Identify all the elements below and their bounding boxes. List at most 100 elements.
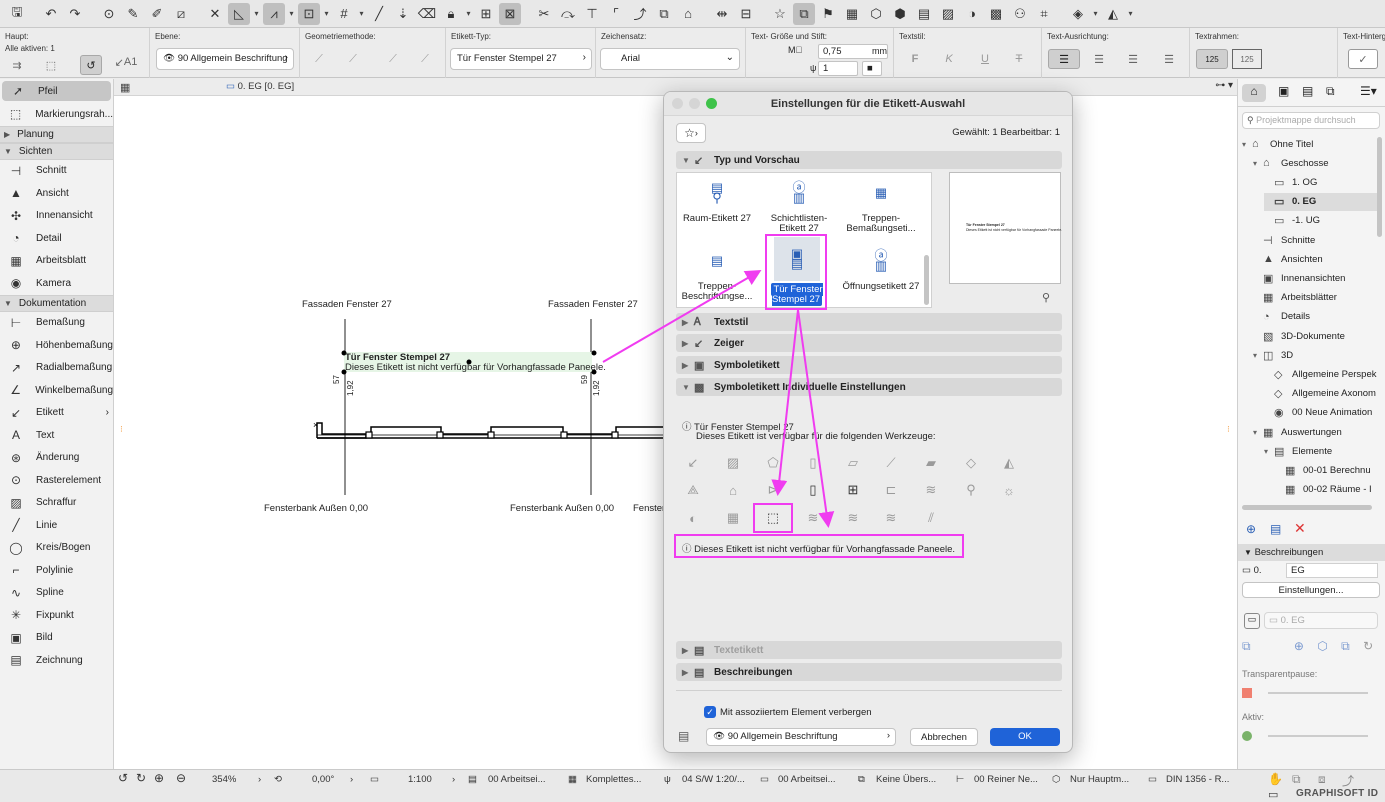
graphisoft-id[interactable]: GRAPHISOFT ID <box>1296 788 1378 799</box>
geometry-method-1-icon[interactable]: ⟋ <box>308 49 330 69</box>
tool-figure[interactable]: ▣ Bild <box>0 627 113 650</box>
chevron-right-icon[interactable]: › <box>350 774 353 785</box>
chevron-right-icon[interactable]: › <box>452 774 455 785</box>
geometry-method-3-icon[interactable]: ⟋ <box>382 49 404 69</box>
chevron-down-icon[interactable]: ▾ <box>287 9 296 18</box>
tool-drawing[interactable]: ▤ Zeichnung <box>0 649 113 672</box>
section-textstil[interactable]: ▶ Ꭺ Textstil <box>676 313 1062 331</box>
label-type-icon[interactable]: ↙ A1 <box>110 52 142 72</box>
bold-icon[interactable]: F <box>904 49 926 69</box>
align-justify-icon[interactable]: ☰ <box>1154 49 1184 69</box>
sill-label-1[interactable]: Fensterbank Außen 0,00 <box>264 503 368 514</box>
user-icon[interactable]: ▭ <box>1268 788 1278 801</box>
story-field[interactable]: ▭ 0. EG <box>1264 612 1378 629</box>
section-zeiger[interactable]: ▶ ↙ Zeiger <box>676 334 1062 352</box>
tool-interior-elevation[interactable]: ✣ Innenansicht <box>0 205 113 228</box>
dimension-standard[interactable]: 00 Reiner Ne... <box>974 774 1038 785</box>
beschreibungen-header[interactable]: ▼ Beschreibungen <box>1238 544 1385 561</box>
structure-display[interactable]: Nur Hauptm... <box>1070 774 1129 785</box>
eraser-icon[interactable]: ⌫ <box>416 3 438 25</box>
redo-icon[interactable]: ↷ <box>64 3 86 25</box>
tree-item[interactable]: ▦ Arbeitsblätter <box>1253 289 1382 307</box>
graphic-override[interactable]: 00 Arbeitsei... <box>778 774 836 785</box>
section-textetikett[interactable]: ▶ ▤ Textetikett <box>676 641 1062 659</box>
document-icon[interactable]: ▤ <box>913 3 935 25</box>
geometry-method-4-icon[interactable]: ⟋ <box>414 49 436 69</box>
zoom-back-icon[interactable]: ↺ <box>118 771 128 785</box>
stamp-text[interactable]: Dieses Etikett ist nicht verfügbar für V… <box>345 362 606 373</box>
adjust-icon[interactable]: ⤼ <box>557 3 579 25</box>
tree-item[interactable]: ▧ 3D-Dokumente <box>1253 327 1382 345</box>
align-center-icon[interactable]: ☰ <box>1084 49 1114 69</box>
view-options-icon[interactable]: ⊶ ▾ <box>1215 80 1233 91</box>
paper-standard[interactable]: DIN 1356 - R... <box>1166 774 1229 785</box>
label-type-dropdown[interactable]: Tür Fenster Stempel 27 › <box>450 48 592 70</box>
section-beschreibungen[interactable]: ▶ ▤ Beschreibungen <box>676 663 1062 681</box>
tree-item[interactable]: ▣ Innenansichten <box>1253 269 1382 287</box>
align-right-icon[interactable]: ☰ <box>1118 49 1148 69</box>
chevron-down-icon[interactable]: ▾ <box>1253 428 1263 437</box>
italic-icon[interactable]: K <box>938 49 960 69</box>
layout-icon[interactable]: ⧉ <box>793 2 815 25</box>
tool-radial-dimension[interactable]: ↗ Radialbemaßung <box>0 357 113 380</box>
offset-icon[interactable]: ⤴ <box>1342 772 1354 789</box>
thumbnail-schichtlisten[interactable]: ⓐ ▥ Schichtlisten-Etikett 27 <box>760 176 838 234</box>
navigator-search-input[interactable]: ⚲ Projektmappe durchsuch <box>1242 112 1380 129</box>
hide-with-element-checkbox[interactable]: ✓ <box>704 706 716 718</box>
tool-dimension[interactable]: ⊢ Bemaßung <box>0 312 113 335</box>
maximize-window-button[interactable] <box>706 98 717 109</box>
sill-label-2[interactable]: Fensterbank Außen 0,00 <box>510 503 614 514</box>
facade-label-1[interactable]: Fassaden Fenster 27 <box>302 299 392 310</box>
tool-fill[interactable]: ▨ Schraffur <box>0 492 113 515</box>
image-icon[interactable]: ▨ <box>937 3 959 25</box>
toolbox-group[interactable]: ▼ Dokumentation <box>0 294 113 312</box>
magic-wand-icon[interactable]: ⧄ <box>170 3 192 25</box>
pick-up-icon[interactable]: ✎ <box>122 3 144 25</box>
refresh-view-icon[interactable]: ↻ <box>1363 639 1373 653</box>
favorites-icon[interactable]: ☆ <box>769 3 791 25</box>
picture-icon[interactable]: ▩ <box>985 3 1007 25</box>
tree-item[interactable]: ▾ ▦ Auswertungen <box>1253 423 1382 441</box>
story-view-icon[interactable]: ▭ <box>1244 613 1260 629</box>
layer-combination[interactable]: 00 Arbeitsei... <box>488 774 546 785</box>
rename-view-icon[interactable]: ⬡ <box>1317 639 1327 653</box>
tool-arrow[interactable]: ➚ Pfeil <box>2 81 111 101</box>
tool-label[interactable]: ↙ Etikett › <box>0 402 113 425</box>
toolbox-group[interactable]: ▼ Sichten <box>0 142 113 160</box>
tool-level-dimension[interactable]: ⊕ Höhenbemaßung <box>0 334 113 357</box>
thumbnail-treppen-beschriftung[interactable]: ▤ Treppen-Beschriftungse... <box>678 244 756 302</box>
tree-item[interactable]: ▦ 00-02 Räume - I <box>1275 481 1382 499</box>
split-icon[interactable]: ✂ <box>533 3 555 25</box>
selection-method-icon[interactable]: ⇉ <box>6 55 28 75</box>
publisher-icon[interactable]: ⧉ <box>1326 84 1335 99</box>
suspend-groups-icon[interactable]: ⊠ <box>499 2 521 25</box>
tool-hotspot[interactable]: ✳ Fixpunkt <box>0 604 113 627</box>
new-view-icon[interactable]: ⊕ <box>1294 639 1304 653</box>
hand-icon[interactable]: ✋ <box>1268 772 1283 786</box>
schedule-icon[interactable]: ▦ <box>841 3 863 25</box>
settings-button[interactable]: Einstellungen... <box>1242 582 1380 598</box>
cancel-button[interactable]: Abbrechen <box>910 728 978 746</box>
pen-color-swatch[interactable]: ■ <box>862 61 882 76</box>
tree-item[interactable]: ▾ ◫ 3D <box>1253 346 1382 364</box>
chevron-down-icon[interactable]: ▾ <box>322 9 331 18</box>
underline-icon[interactable]: U <box>974 49 996 69</box>
tool-change[interactable]: ⊛ Änderung <box>0 447 113 470</box>
tree-item[interactable]: ▭ 0. EG <box>1264 192 1382 211</box>
rotate-view-icon[interactable]: ⟲ <box>274 774 282 785</box>
tool-polyline[interactable]: ⌐ Polylinie <box>0 559 113 582</box>
tab-overview-icon[interactable]: ▦ <box>120 81 130 94</box>
chevron-down-icon[interactable]: ▾ <box>1091 9 1100 18</box>
chevron-down-icon[interactable]: ▾ <box>1242 140 1252 149</box>
tool-camera[interactable]: ◉ Kamera <box>0 272 113 295</box>
chevron-down-icon[interactable]: ▾ <box>464 9 473 18</box>
undo-icon[interactable]: ↶ <box>40 3 62 25</box>
render-icon[interactable]: ◑ <box>961 3 983 25</box>
tab-floor-plan[interactable]: ▭ 0. EG [0. EG] <box>226 81 294 92</box>
sill-label-3[interactable]: Fenster <box>633 503 665 514</box>
tree-item[interactable]: ◇ Allgemeine Axonom <box>1264 385 1382 403</box>
chevron-down-icon[interactable]: ▾ <box>1253 351 1263 360</box>
tree-item[interactable]: ▾ ⌂ Geschosse <box>1253 154 1382 172</box>
rotate-icon[interactable]: ↺ <box>80 55 102 75</box>
inject-icon[interactable]: ✐ <box>146 3 168 25</box>
